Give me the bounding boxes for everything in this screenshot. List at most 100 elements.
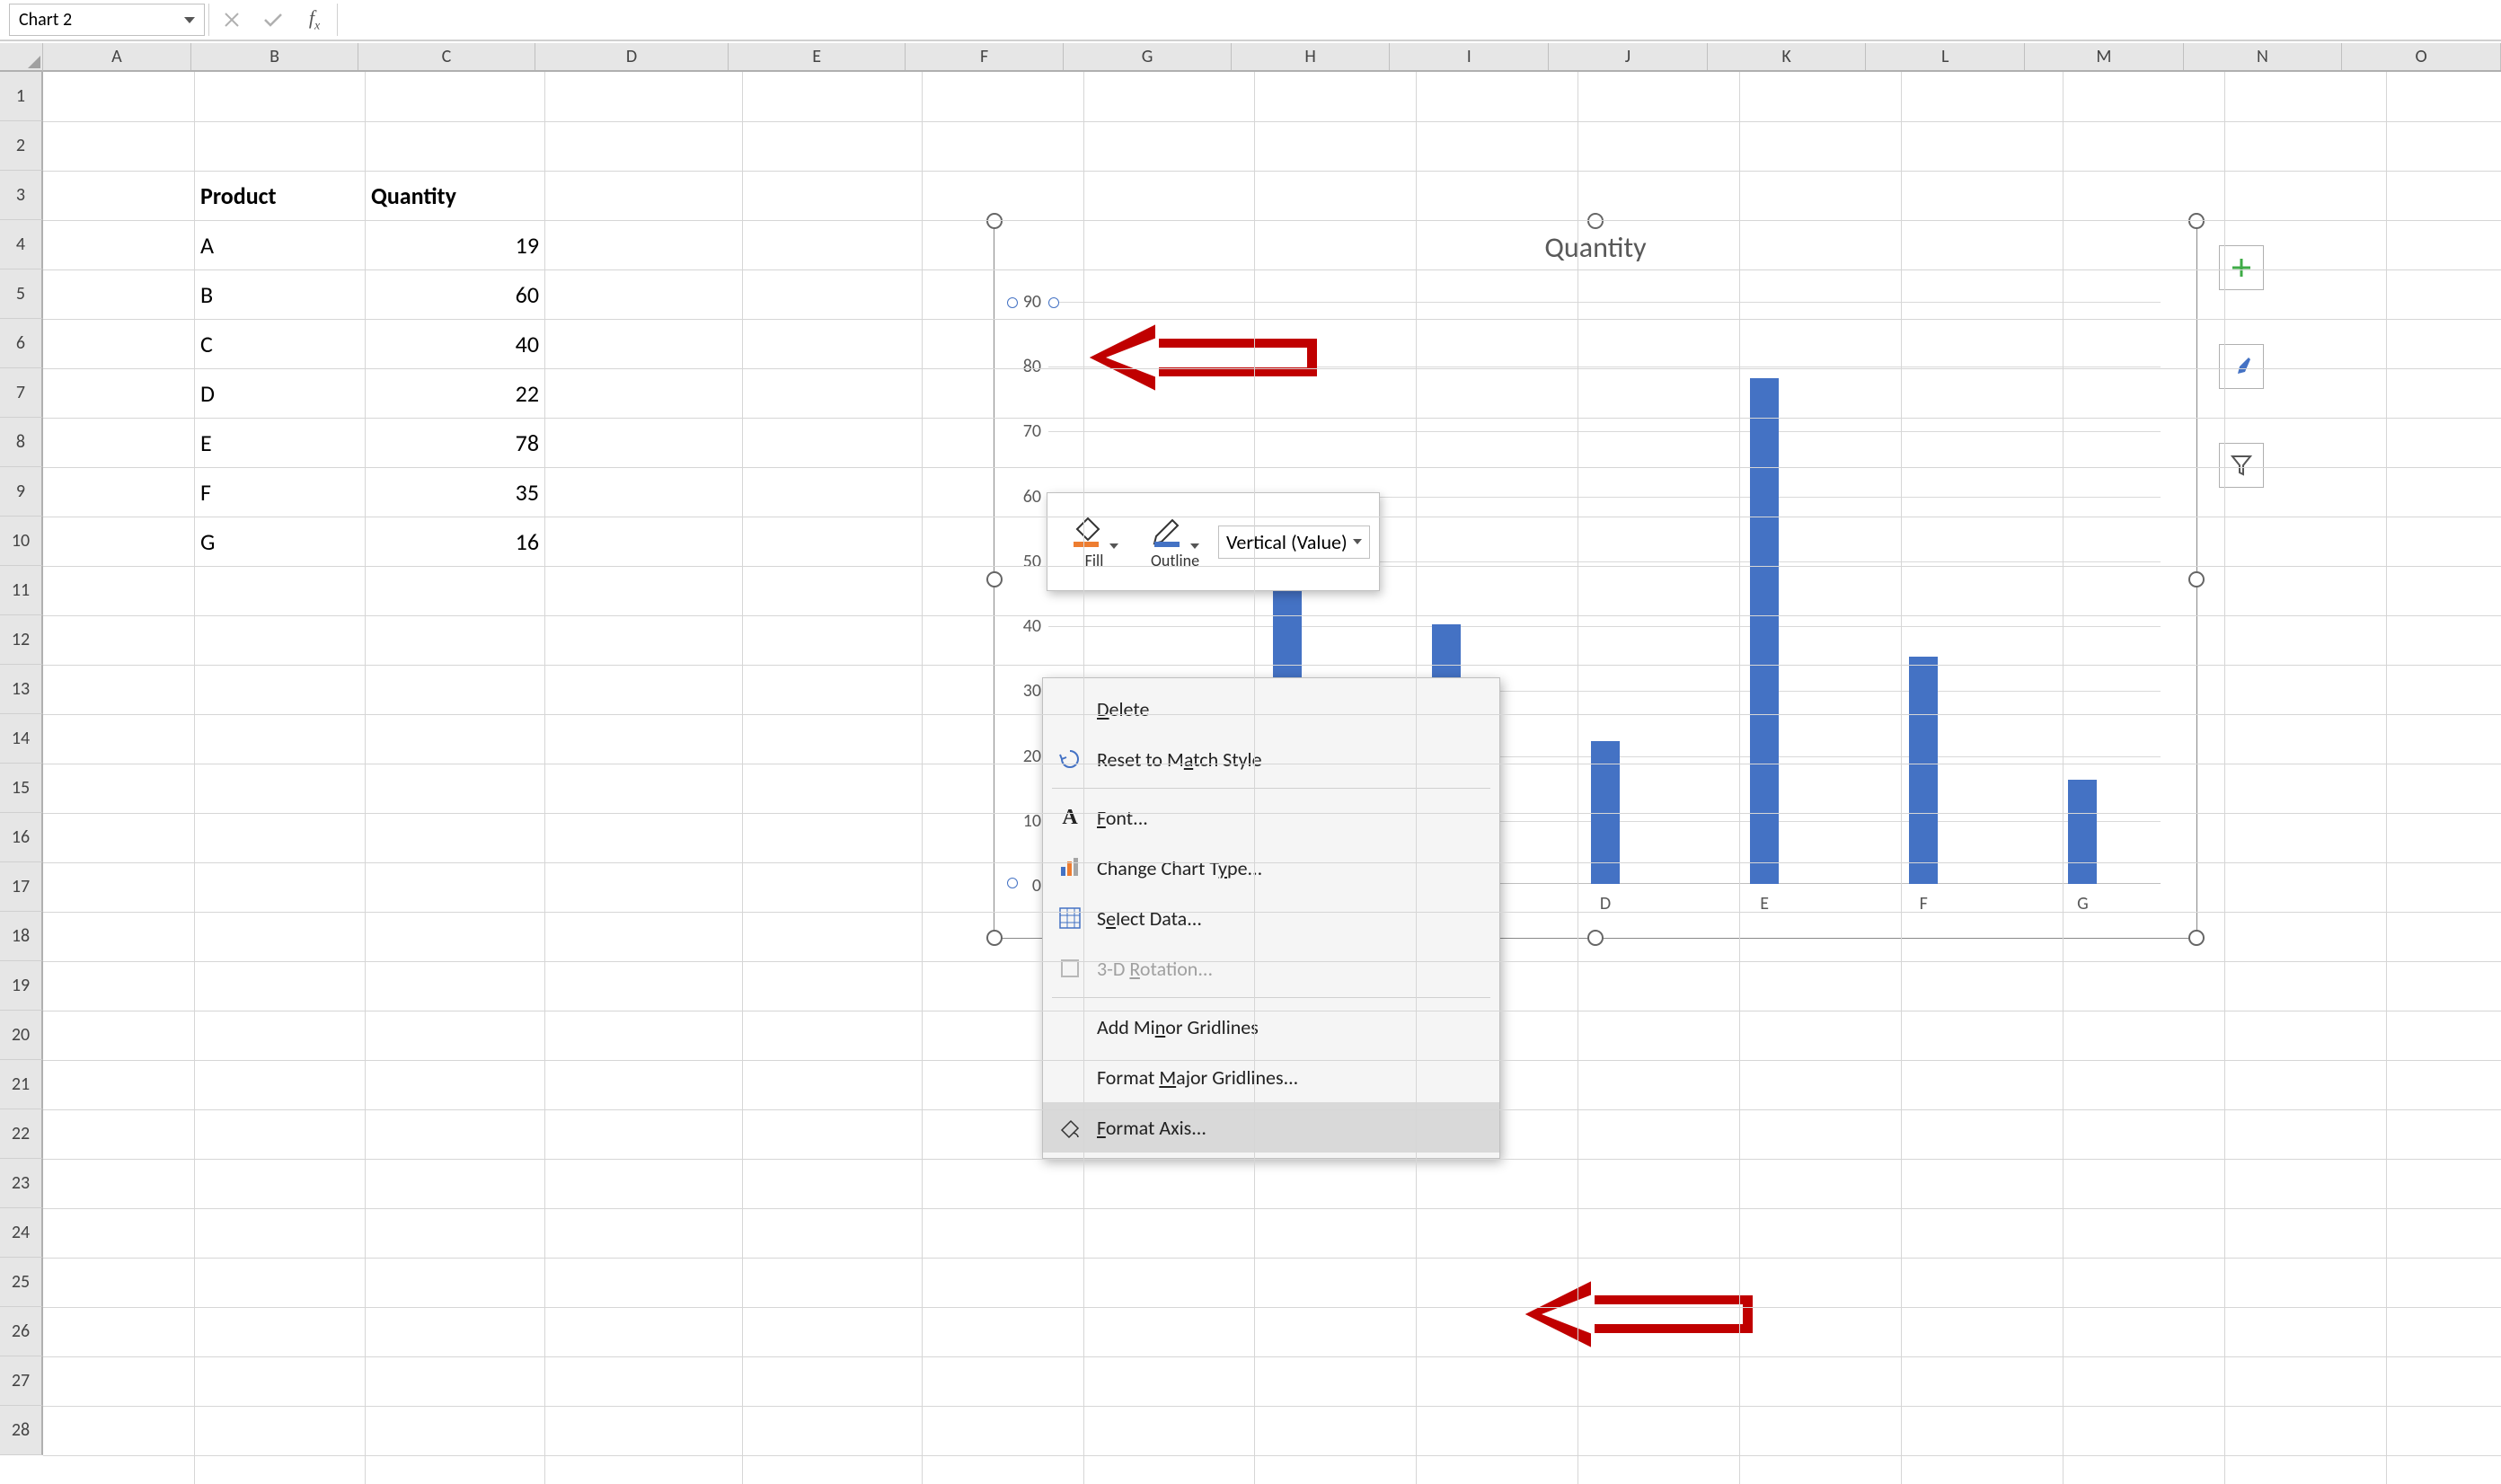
table-cell[interactable]: 78	[365, 418, 545, 468]
table-cell[interactable]: 35	[365, 467, 545, 517]
table-cell[interactable]: 16	[365, 517, 545, 567]
chart-handle[interactable]	[986, 571, 1003, 587]
chart-handle[interactable]	[2188, 930, 2205, 946]
chart-handle[interactable]	[2188, 213, 2205, 229]
row-header[interactable]: 28	[0, 1406, 43, 1455]
table-header[interactable]: Product	[194, 171, 366, 221]
table-cell[interactable]: 40	[365, 319, 545, 369]
table-header[interactable]: Quantity	[365, 171, 545, 221]
menu-reset-style[interactable]: Reset to Match Style	[1043, 734, 1499, 784]
check-icon	[263, 12, 283, 28]
row-header[interactable]: 7	[0, 368, 43, 418]
row-header[interactable]: 26	[0, 1307, 43, 1356]
table-cell[interactable]: A	[194, 220, 366, 270]
row-header[interactable]: 20	[0, 1011, 43, 1060]
menu-add-minor-gridlines[interactable]: Add Minor Gridlines	[1043, 1002, 1499, 1052]
chart-handle[interactable]	[1587, 213, 1604, 229]
column-header[interactable]: D	[535, 43, 729, 70]
cancel-button[interactable]	[213, 4, 251, 36]
format-axis-icon	[1058, 1116, 1082, 1139]
table-cell[interactable]: C	[194, 319, 366, 369]
rotation-icon	[1058, 957, 1082, 980]
table-cell[interactable]: E	[194, 418, 366, 468]
row-header[interactable]: 2	[0, 121, 43, 171]
enter-button[interactable]	[254, 4, 292, 36]
menu-change-chart-type[interactable]: Change Chart Type...	[1043, 843, 1499, 893]
row-header[interactable]: 23	[0, 1159, 43, 1208]
chart-styles-button[interactable]	[2219, 344, 2264, 389]
chart-bar[interactable]	[1909, 657, 1938, 884]
chart-handle[interactable]	[986, 213, 1003, 229]
table-cell[interactable]: F	[194, 467, 366, 517]
row-header[interactable]: 3	[0, 171, 43, 220]
select-all-button[interactable]	[0, 43, 43, 72]
row-header[interactable]: 25	[0, 1258, 43, 1307]
column-header[interactable]: I	[1390, 43, 1549, 70]
table-cell[interactable]: D	[194, 368, 366, 419]
menu-font[interactable]: A Font...	[1043, 792, 1499, 843]
row-header[interactable]: 18	[0, 912, 43, 961]
y-tick-label: 60	[1023, 486, 1041, 508]
insert-function-button[interactable]: fx	[296, 4, 333, 36]
chart-type-icon	[1058, 856, 1082, 879]
row-header[interactable]: 15	[0, 764, 43, 813]
chart-handle[interactable]	[2188, 571, 2205, 587]
column-header[interactable]: F	[906, 43, 1065, 70]
chart-element-selector[interactable]: Vertical (Value)	[1218, 526, 1370, 559]
row-header[interactable]: 11	[0, 566, 43, 615]
row-header[interactable]: 17	[0, 862, 43, 912]
chart-handle[interactable]	[1587, 930, 1604, 946]
chart-elements-button[interactable]	[2219, 245, 2264, 290]
column-header[interactable]: A	[43, 43, 191, 70]
row-header[interactable]: 6	[0, 319, 43, 368]
menu-delete[interactable]: Delete	[1043, 684, 1499, 734]
name-box[interactable]: Chart 2	[9, 4, 205, 36]
row-headers: 1234567891011121314151617181920212223242…	[0, 72, 43, 1455]
column-header[interactable]: H	[1232, 43, 1391, 70]
column-header[interactable]: K	[1708, 43, 1867, 70]
chart-handle[interactable]	[986, 930, 1003, 946]
fill-button[interactable]: Fill	[1056, 513, 1132, 570]
row-header[interactable]: 9	[0, 467, 43, 517]
column-header[interactable]: M	[2025, 43, 2184, 70]
column-header[interactable]: N	[2184, 43, 2343, 70]
menu-chart-type-label: Change Chart Type...	[1097, 856, 1262, 880]
column-header[interactable]: B	[191, 43, 358, 70]
row-header[interactable]: 13	[0, 665, 43, 714]
row-header[interactable]: 22	[0, 1109, 43, 1159]
column-header[interactable]: C	[358, 43, 535, 70]
row-header[interactable]: 12	[0, 615, 43, 665]
column-header[interactable]: E	[729, 43, 905, 70]
menu-major-label: Format Major Gridlines...	[1097, 1065, 1298, 1090]
row-header[interactable]: 19	[0, 961, 43, 1011]
table-cell[interactable]: 22	[365, 368, 545, 419]
reset-icon	[1058, 747, 1082, 771]
outline-button[interactable]: Outline	[1137, 513, 1213, 570]
chart-bar[interactable]	[1750, 378, 1779, 884]
row-header[interactable]: 10	[0, 517, 43, 566]
column-header[interactable]: O	[2342, 43, 2501, 70]
row-header[interactable]: 5	[0, 269, 43, 319]
row-header[interactable]: 16	[0, 813, 43, 862]
chart-filter-button[interactable]	[2219, 443, 2264, 488]
formula-input[interactable]	[341, 4, 2492, 36]
row-header[interactable]: 14	[0, 714, 43, 764]
table-cell[interactable]: G	[194, 517, 366, 567]
dropdown-icon	[1190, 543, 1199, 549]
row-header[interactable]: 21	[0, 1060, 43, 1109]
mini-toolbar: Fill Outline Vertical (Value)	[1047, 492, 1380, 591]
column-header[interactable]: L	[1866, 43, 2025, 70]
table-cell[interactable]: 19	[365, 220, 545, 270]
row-header[interactable]: 4	[0, 220, 43, 269]
table-cell[interactable]: B	[194, 269, 366, 320]
menu-select-data[interactable]: Select Data...	[1043, 893, 1499, 943]
table-cell[interactable]: 60	[365, 269, 545, 320]
row-header[interactable]: 24	[0, 1208, 43, 1258]
chart-bar[interactable]	[2068, 780, 2097, 884]
column-header[interactable]: J	[1549, 43, 1708, 70]
row-header[interactable]: 1	[0, 72, 43, 121]
row-header[interactable]: 8	[0, 418, 43, 467]
column-header[interactable]: G	[1064, 43, 1231, 70]
y-axis[interactable]: 0102030405060708090	[994, 302, 1048, 884]
row-header[interactable]: 27	[0, 1356, 43, 1406]
